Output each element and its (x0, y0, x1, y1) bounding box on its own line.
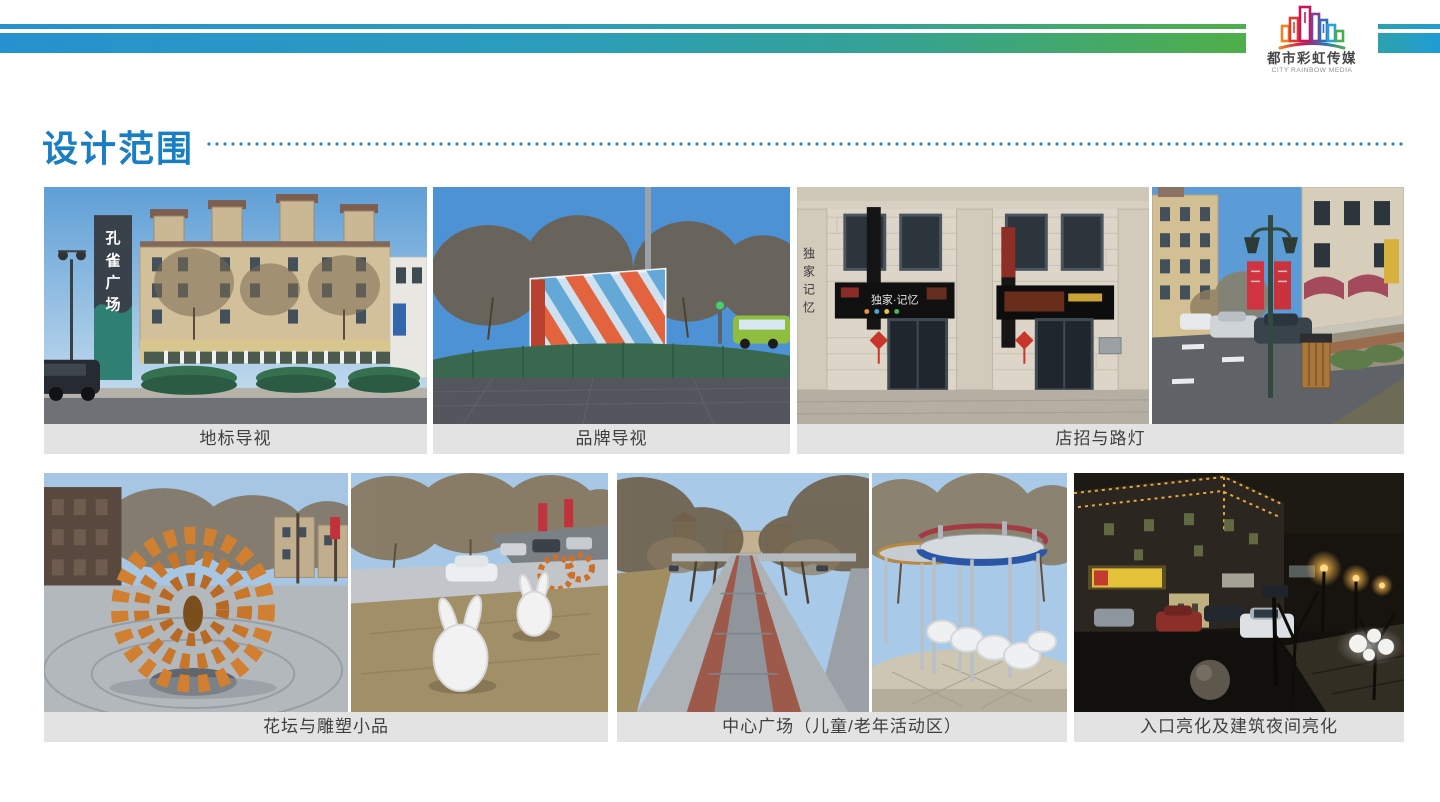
photo-night-lighting (1074, 473, 1404, 712)
totem-char-1: 孔 (106, 230, 121, 247)
slide: 都市彩虹传媒 CITY RAINBOW MEDIA 设计范围 (0, 0, 1440, 802)
photo-storefront-signs: 独家·记忆 独家记忆 (797, 187, 1149, 424)
logo-title: 都市彩虹传媒 (1240, 51, 1384, 66)
totem-char-4: 场 (106, 296, 121, 313)
photo-rabbit-sculptures (351, 473, 608, 712)
totem-char-3: 广 (106, 273, 121, 291)
svg-text:忆: 忆 (803, 300, 815, 314)
svg-text:家: 家 (803, 263, 815, 278)
svg-text:记: 记 (803, 282, 815, 296)
title-dotted-rule (207, 142, 1404, 146)
page-title: 设计范围 (42, 120, 194, 172)
caption-night-lighting: 入口亮化及建筑夜间亮化 (1074, 712, 1404, 742)
photo-canopy-seating (872, 473, 1067, 712)
header-stripe-thick (0, 33, 1440, 53)
photo-street-lamp (1152, 187, 1404, 424)
photo-brand-billboard (433, 187, 790, 424)
caption-landmark: 地标导视 (44, 424, 427, 454)
photo-landmark-plaza: 孔 雀 广 场 (44, 187, 427, 424)
logo-tagline: CITY RAINBOW MEDIA (1240, 66, 1384, 75)
logo: 都市彩虹传媒 CITY RAINBOW MEDIA (1240, 3, 1384, 75)
storefront-sign-text: 独家·记忆 (871, 292, 919, 306)
totem-char-2: 雀 (105, 251, 121, 269)
svg-text:独: 独 (803, 246, 815, 260)
photo-peacock-sculpture (44, 473, 348, 712)
caption-storefront-lamp: 店招与路灯 (797, 424, 1404, 454)
city-rainbow-logo-icon (1277, 3, 1347, 51)
header-stripe-thin (0, 24, 1440, 29)
photo-plaza-walkway (617, 473, 869, 712)
caption-brand: 品牌导视 (433, 424, 790, 454)
caption-central-plaza: 中心广场（儿童/老年活动区） (617, 712, 1067, 742)
caption-sculpture: 花坛与雕塑小品 (44, 712, 608, 742)
